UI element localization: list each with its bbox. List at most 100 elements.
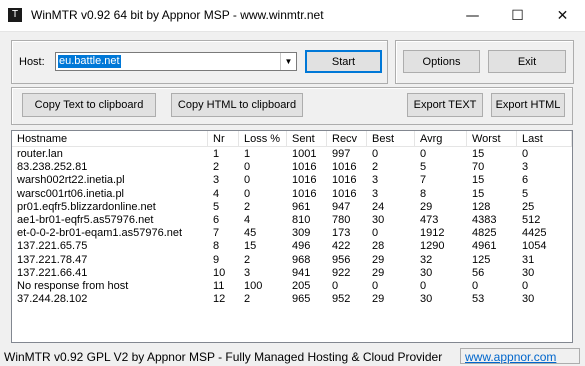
table-row[interactable]: router.lan 1 1 1001 997 0 0 15 0: [12, 148, 572, 161]
table-row[interactable]: No response from host 11 100 205 0 0 0 0 0: [12, 280, 572, 293]
table-cell-avrg: 473: [420, 213, 439, 226]
table-cell-best: 0: [372, 227, 379, 240]
table-cell-recv: 1016: [332, 187, 357, 200]
table-cell-recv: 997: [332, 148, 351, 160]
table-cell-worst: 0: [472, 279, 479, 292]
table-row[interactable]: 37.244.28.102 12 2 965 952 29 30 53 30: [12, 293, 572, 306]
table-cell-sent: 961: [292, 200, 311, 213]
table-cell-hostname: warsc001rt06.inetia.pl: [17, 187, 125, 200]
copy-text-button[interactable]: Copy Text to clipboard: [22, 93, 156, 117]
table-row[interactable]: ae1-br01-eqfr5.as57976.net 6 4 810 780 30 473 4…: [12, 214, 572, 227]
table-cell-last: 25: [522, 200, 535, 213]
website-link[interactable]: www.appnor.com: [465, 350, 556, 364]
column-header-avrg[interactable]: Avrg: [415, 131, 467, 147]
table-cell-worst: 53: [472, 293, 485, 306]
table-cell-last: 1054: [522, 240, 547, 253]
table-row[interactable]: 137.221.66.41 10 3 941 922 29 30 56 30: [12, 267, 572, 280]
table-cell-worst: 15: [472, 148, 485, 160]
table-row[interactable]: et-0-0-2-br01-eqam1.as57976.net 7 45 309 173…: [12, 227, 572, 240]
table-cell-best: 29: [372, 266, 385, 279]
table-cell-avrg: 30: [420, 293, 433, 306]
results-table[interactable]: Hostname Nr Loss % Sent Recv Best Avrg W…: [11, 130, 573, 343]
table-cell-worst: 125: [472, 253, 491, 266]
table-cell-hostname: 137.221.66.41: [17, 266, 88, 279]
table-cell-worst: 15: [472, 174, 485, 187]
table-cell-recv: 0: [332, 279, 339, 292]
minimize-icon: —: [465, 7, 480, 24]
table-cell-loss: 2: [244, 293, 251, 306]
table-row[interactable]: warsh002rt22.inetia.pl 3 0 1016 1016 3 7 15 6: [12, 174, 572, 187]
minimize-button[interactable]: —: [450, 0, 495, 31]
close-button[interactable]: ✕: [540, 0, 585, 31]
table-cell-sent: 968: [292, 253, 311, 266]
table-cell-best: 0: [372, 279, 379, 292]
table-cell-loss: 2: [244, 253, 251, 266]
table-cell-avrg: 0: [420, 279, 427, 292]
table-row[interactable]: 83.238.252.81 2 0 1016 1016 2 5 70 3: [12, 161, 572, 174]
table-cell-best: 24: [372, 200, 385, 213]
host-input[interactable]: eu.battle.net: [58, 55, 121, 68]
table-cell-last: 0: [522, 279, 529, 292]
table-cell-sent: 965: [292, 293, 311, 306]
table-cell-recv: 780: [332, 213, 351, 226]
copy-html-button[interactable]: Copy HTML to clipboard: [171, 93, 303, 117]
table-cell-loss: 45: [244, 227, 257, 240]
window-title: WinMTR v0.92 64 bit by Appnor MSP - www.…: [31, 8, 324, 22]
table-cell-last: 6: [522, 174, 529, 187]
table-cell-last: 3: [522, 161, 529, 174]
table-cell-loss: 0: [244, 161, 251, 174]
table-cell-loss: 0: [244, 174, 251, 187]
table-cell-loss: 100: [244, 279, 263, 292]
title-bar: T WinMTR v0.92 64 bit by Appnor MSP - ww…: [0, 0, 585, 32]
options-button[interactable]: Options: [403, 50, 480, 73]
table-cell-nr: 7: [213, 227, 220, 240]
table-cell-sent: 941: [292, 266, 311, 279]
table-cell-sent: 309: [292, 227, 311, 240]
table-cell-last: 31: [522, 253, 535, 266]
table-cell-sent: 1016: [292, 174, 317, 187]
table-cell-avrg: 32: [420, 253, 433, 266]
export-text-button[interactable]: Export TEXT: [407, 93, 483, 117]
table-cell-hostname: warsh002rt22.inetia.pl: [17, 174, 125, 187]
table-header: Hostname Nr Loss % Sent Recv Best Avrg W…: [12, 131, 572, 148]
maximize-button[interactable]: ☐: [495, 0, 540, 31]
table-cell-nr: 4: [213, 187, 220, 200]
table-row[interactable]: 137.221.78.47 9 2 968 956 29 32 125 31: [12, 254, 572, 267]
table-cell-avrg: 30: [420, 266, 433, 279]
table-cell-recv: 947: [332, 200, 351, 213]
column-header-worst[interactable]: Worst: [467, 131, 517, 147]
table-cell-nr: 1: [213, 148, 220, 160]
column-header-recv[interactable]: Recv: [327, 131, 367, 147]
table-cell-hostname: router.lan: [17, 148, 63, 160]
start-button[interactable]: Start: [305, 50, 382, 73]
table-cell-best: 0: [372, 148, 379, 160]
table-cell-hostname: ae1-br01-eqfr5.as57976.net: [17, 213, 154, 226]
exit-button[interactable]: Exit: [488, 50, 566, 73]
column-header-nr[interactable]: Nr: [208, 131, 239, 147]
maximize-icon: ☐: [511, 7, 524, 24]
status-bar: WinMTR v0.92 GPL V2 by Appnor MSP - Full…: [0, 346, 585, 366]
table-cell-avrg: 5: [420, 161, 427, 174]
table-cell-recv: 922: [332, 266, 351, 279]
status-text: WinMTR v0.92 GPL V2 by Appnor MSP - Full…: [4, 350, 443, 364]
table-row[interactable]: 137.221.65.75 8 15 496 422 28 1290 4961 1054: [12, 240, 572, 253]
table-cell-hostname: 137.221.78.47: [17, 253, 88, 266]
export-html-button[interactable]: Export HTML: [491, 93, 565, 117]
column-header-sent[interactable]: Sent: [287, 131, 327, 147]
table-cell-sent: 1016: [292, 187, 317, 200]
column-header-best[interactable]: Best: [367, 131, 415, 147]
chevron-down-icon[interactable]: ▼: [280, 53, 296, 70]
table-cell-hostname: No response from host: [17, 279, 129, 292]
table-cell-worst: 4961: [472, 240, 497, 253]
table-cell-best: 28: [372, 240, 385, 253]
table-cell-recv: 956: [332, 253, 351, 266]
table-row[interactable]: warsc001rt06.inetia.pl 4 0 1016 1016 3 8 15 5: [12, 188, 572, 201]
column-header-loss[interactable]: Loss %: [239, 131, 287, 147]
table-row[interactable]: pr01.eqfr5.blizzardonline.net 5 2 961 947 24 2…: [12, 201, 572, 214]
column-header-hostname[interactable]: Hostname: [12, 131, 208, 147]
table-cell-worst: 4383: [472, 213, 497, 226]
host-combobox[interactable]: eu.battle.net ▼: [55, 52, 297, 71]
column-header-last[interactable]: Last: [517, 131, 572, 147]
table-cell-recv: 1016: [332, 161, 357, 174]
table-cell-avrg: 7: [420, 174, 427, 187]
